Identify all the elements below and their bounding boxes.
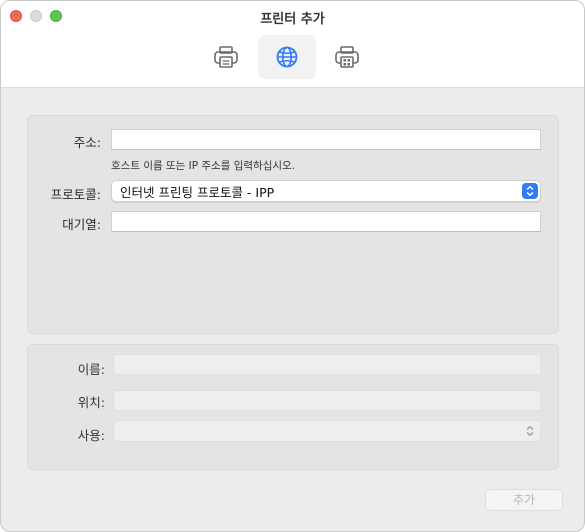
printer-icon [214,46,238,68]
name-field[interactable] [113,354,541,375]
protocol-label: 프로토콜: [50,187,101,202]
tab-ip-printer[interactable] [258,35,316,79]
windows-printer-icon [335,46,359,68]
location-label: 위치: [77,395,105,410]
titlebar: 프린터 추가 [1,1,584,88]
use-label: 사용: [77,428,105,443]
location-field[interactable] [113,390,541,411]
address-label: 주소: [73,135,101,150]
name-label: 이름: [77,362,105,377]
globe-icon [276,46,298,68]
protocol-value: 인터넷 프린팅 프로토콜 - IPP [120,184,275,200]
chevron-updown-icon [522,423,538,439]
chevron-updown-icon [522,183,538,199]
tab-default-printer[interactable] [197,35,255,79]
queue-field[interactable] [111,211,541,232]
address-hint: 호스트 이름 또는 IP 주소를 입력하십시오. [111,160,296,172]
add-button[interactable]: 추가 [485,489,563,511]
window-title: 프린터 추가 [260,12,325,27]
add-printer-window: 프린터 추가 주소: 호스트 이름 또는 IP 주소를 입력하십시오. 프로토콜… [0,0,585,532]
protocol-select[interactable]: 인터넷 프린팅 프로토콜 - IPP [111,180,541,202]
use-select[interactable] [113,420,541,442]
queue-label: 대기열: [62,217,101,232]
address-field[interactable] [111,129,541,150]
tab-windows-printer[interactable] [318,35,376,79]
